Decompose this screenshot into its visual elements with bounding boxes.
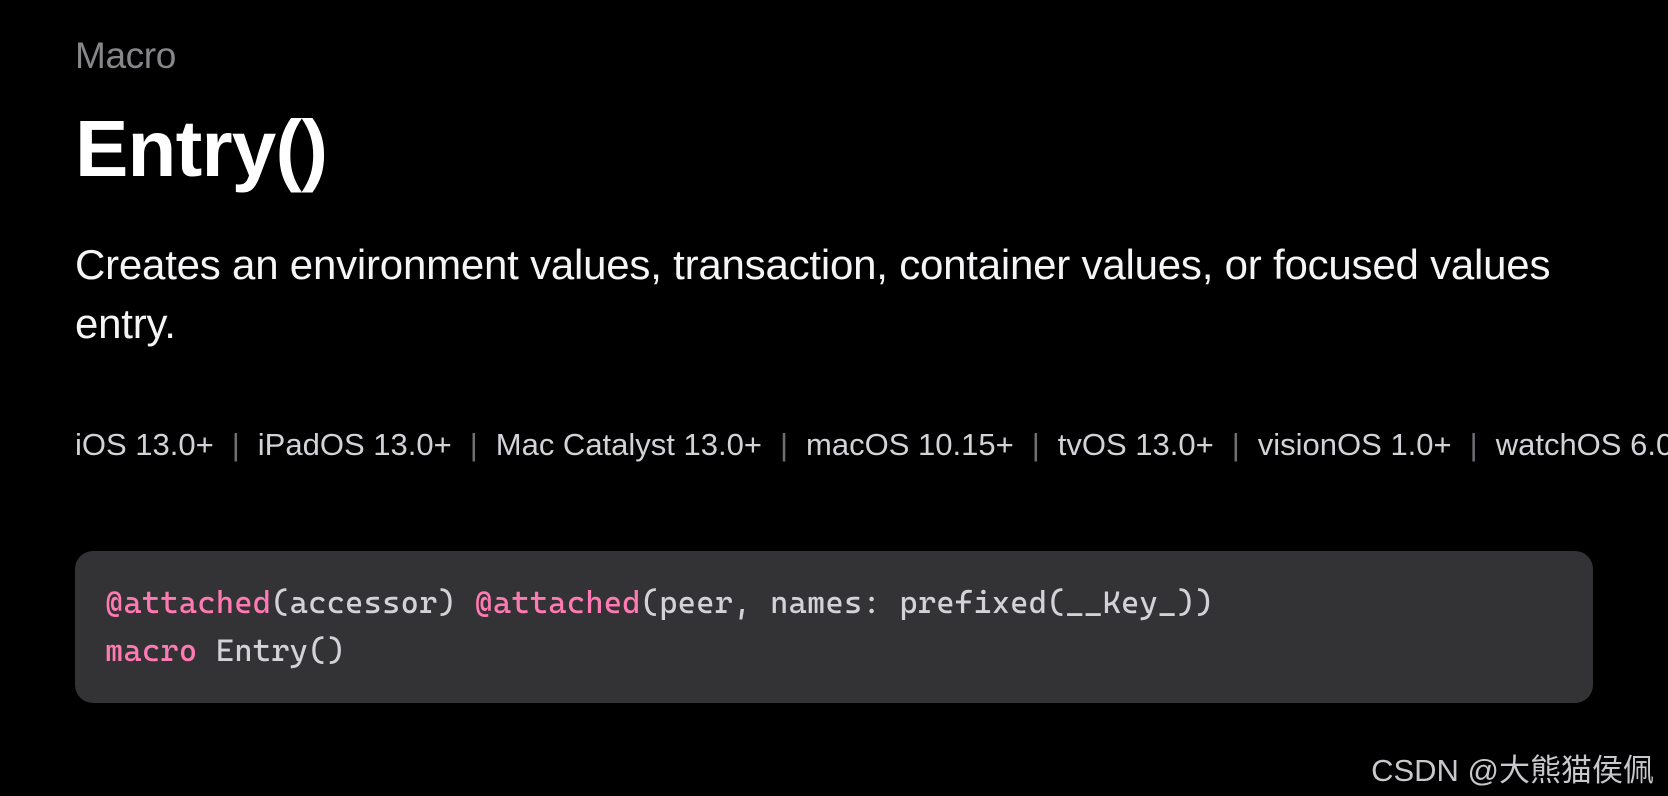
availability-separator: | xyxy=(470,427,478,462)
availability-separator: | xyxy=(780,427,788,462)
availability-separator: | xyxy=(1470,427,1478,462)
code-token-identifier: (peer, names: prefixed(__Key_)) xyxy=(641,585,1214,621)
category-eyebrow: Macro xyxy=(75,35,1593,77)
availability-item: tvOS 13.0+ xyxy=(1058,427,1214,462)
availability-item: watchOS 6.0+ xyxy=(1496,427,1668,462)
availability-separator: | xyxy=(1232,427,1240,462)
code-token-keyword: macro xyxy=(105,633,197,669)
availability-item: Mac Catalyst 13.0+ xyxy=(496,427,762,462)
declaration-code-block: @attached(accessor) @attached(peer, name… xyxy=(75,551,1593,703)
availability-item: visionOS 1.0+ xyxy=(1258,427,1452,462)
availability-item: iOS 13.0+ xyxy=(75,427,214,462)
code-token-keyword: @attached xyxy=(105,585,271,621)
code-token-identifier: Entry() xyxy=(197,633,345,669)
code-token-identifier: (accessor) xyxy=(271,585,474,621)
description-text: Creates an environment values, transacti… xyxy=(75,236,1593,354)
page-title: Entry() xyxy=(75,107,1593,191)
code-token-keyword: @attached xyxy=(475,585,641,621)
availability-list: iOS 13.0+ | iPadOS 13.0+ | Mac Catalyst 13.0… xyxy=(75,414,1593,476)
availability-separator: | xyxy=(232,427,240,462)
availability-separator: | xyxy=(1032,427,1040,462)
availability-item: macOS 10.15+ xyxy=(806,427,1014,462)
watermark-text: CSDN @大熊猫侯佩 xyxy=(1371,745,1654,790)
availability-item: iPadOS 13.0+ xyxy=(258,427,452,462)
